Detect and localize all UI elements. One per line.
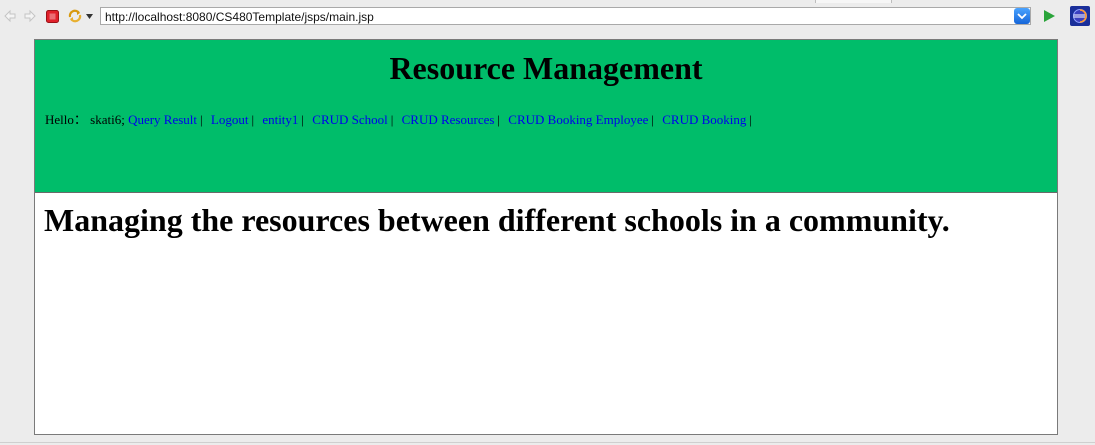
back-arrow-icon[interactable] xyxy=(3,9,17,23)
link-crud-booking[interactable]: CRUD Booking xyxy=(662,112,746,127)
url-bar[interactable] xyxy=(100,7,1031,25)
greeting-label: Hello： xyxy=(45,112,87,127)
site-header: Resource Management Hello： skati6; Query… xyxy=(35,40,1057,193)
chevron-down-icon[interactable] xyxy=(1014,8,1030,24)
link-query-result[interactable]: Query Result xyxy=(128,112,197,127)
link-crud-resources[interactable]: CRUD Resources xyxy=(402,112,495,127)
link-entity1[interactable]: entity1 xyxy=(262,112,298,127)
nav-separator: | xyxy=(200,112,203,127)
forward-arrow-icon[interactable] xyxy=(23,9,37,23)
link-logout[interactable]: Logout xyxy=(211,112,249,127)
nav-separator: | xyxy=(749,112,753,127)
link-crud-booking-employee[interactable]: CRUD Booking Employee xyxy=(508,112,648,127)
username: skati6; xyxy=(90,112,125,127)
stop-icon[interactable] xyxy=(46,10,59,23)
url-input[interactable] xyxy=(101,9,1010,25)
nav-separator: | xyxy=(651,112,654,127)
nav-bar: Hello： skati6; Query Result | Logout | ent… xyxy=(45,109,757,128)
browser-toolbar xyxy=(0,0,1095,33)
eclipse-icon[interactable] xyxy=(1070,6,1090,26)
tab-strip-edge xyxy=(815,0,892,3)
refresh-icon[interactable] xyxy=(67,8,83,24)
page-title: Resource Management xyxy=(389,50,703,86)
link-crud-school[interactable]: CRUD School xyxy=(312,112,387,127)
play-icon[interactable] xyxy=(1042,9,1056,23)
refresh-menu-chevron-down-icon[interactable] xyxy=(86,12,93,20)
page-tagline: Managing the resources between different… xyxy=(44,202,950,238)
nav-separator: | xyxy=(301,112,305,127)
nav-separator: | xyxy=(251,112,255,127)
nav-separator: | xyxy=(390,112,394,127)
nav-separator: | xyxy=(497,112,501,127)
page-frame: Resource Management Hello： skati6; Query… xyxy=(34,39,1058,435)
window-bottom-edge xyxy=(0,442,1095,443)
